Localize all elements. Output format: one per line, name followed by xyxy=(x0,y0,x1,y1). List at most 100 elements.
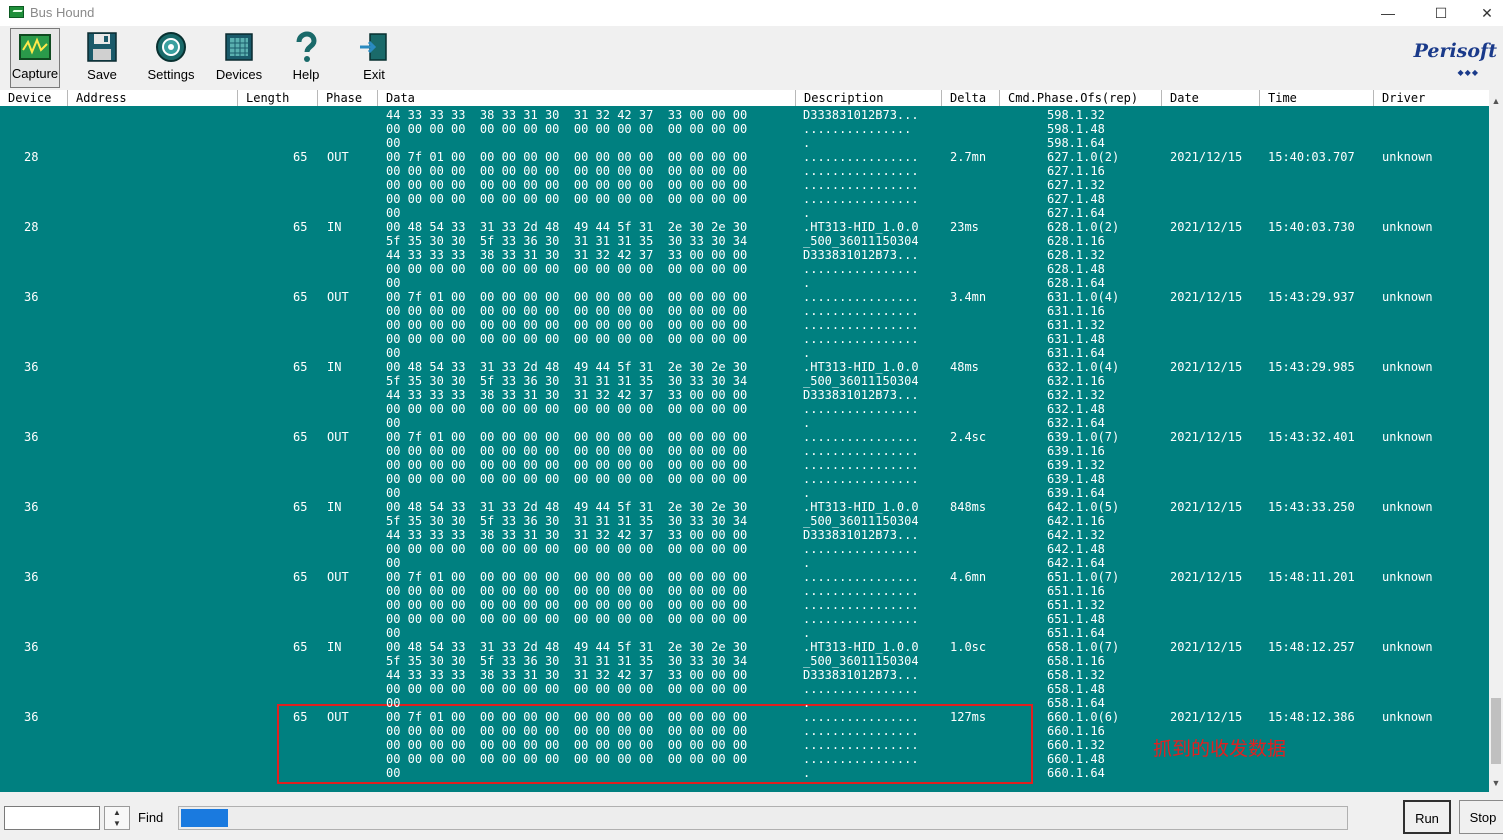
row-cmd-phase-ofs: 658.1.0(7) 658.1.16 658.1.32 658.1.48 65… xyxy=(1047,640,1120,710)
row-data: 00 7f 01 00 00 00 00 00 00 00 00 00 00 0… xyxy=(386,570,748,640)
exit-door-icon xyxy=(358,31,390,63)
capture-icon xyxy=(19,32,51,64)
col-address[interactable]: Address xyxy=(68,90,238,106)
row-phase: IN xyxy=(327,360,342,374)
row-device: 36 xyxy=(24,500,39,514)
find-input[interactable] xyxy=(4,806,100,830)
row-length: 65 xyxy=(293,640,308,654)
spin-down-icon[interactable]: ▼ xyxy=(105,818,129,829)
capture-progress-bar xyxy=(178,806,1348,830)
capture-list[interactable]: 抓到的收发数据 44 33 33 33 38 33 31 30 31 32 42… xyxy=(0,106,1489,792)
row-length: 65 xyxy=(293,220,308,234)
row-device: 28 xyxy=(24,220,39,234)
progress-fill xyxy=(181,809,228,827)
col-phase[interactable]: Phase xyxy=(318,90,378,106)
row-date: 2021/12/15 xyxy=(1170,220,1243,234)
settings-button[interactable]: Settings xyxy=(144,28,198,88)
row-time: 15:40:03.730 xyxy=(1268,220,1355,234)
devices-button[interactable]: Devices xyxy=(212,28,266,88)
scroll-down-arrow-icon[interactable]: ▼ xyxy=(1489,776,1503,790)
row-data: 00 7f 01 00 00 00 00 00 00 00 00 00 00 0… xyxy=(386,710,748,780)
row-data: 00 48 54 33 31 33 2d 48 49 44 5f 31 2e 3… xyxy=(386,360,748,430)
annotation-text: 抓到的收发数据 xyxy=(1153,738,1287,760)
row-date: 2021/12/15 xyxy=(1170,500,1243,514)
row-description: .HT313-HID_1.0.0 _500_36011150304 D33383… xyxy=(803,500,919,570)
row-time: 15:43:29.985 xyxy=(1268,360,1355,374)
row-delta: 48ms xyxy=(950,360,979,374)
scroll-thumb[interactable] xyxy=(1491,698,1501,764)
bus-hound-app-icon xyxy=(9,6,24,18)
col-description[interactable]: Description xyxy=(796,90,942,106)
row-time: 15:40:03.707 xyxy=(1268,150,1355,164)
row-device: 36 xyxy=(24,640,39,654)
exit-button[interactable]: Exit xyxy=(354,28,394,88)
row-driver: unknown xyxy=(1382,290,1433,304)
vertical-scrollbar[interactable]: ▲ ▼ xyxy=(1489,90,1503,792)
row-delta: 2.4sc xyxy=(950,430,987,444)
row-cmd-phase-ofs: 660.1.0(6) 660.1.16 660.1.32 660.1.48 66… xyxy=(1047,710,1120,780)
row-cmd-phase-ofs: 632.1.0(4) 632.1.16 632.1.32 632.1.48 63… xyxy=(1047,360,1120,430)
row-time: 15:43:33.250 xyxy=(1268,500,1355,514)
row-date: 2021/12/15 xyxy=(1170,570,1243,584)
row-cmd-phase-ofs: 639.1.0(7) 639.1.16 639.1.32 639.1.48 63… xyxy=(1047,430,1120,500)
row-phase: IN xyxy=(327,500,342,514)
row-delta: 3.4mn xyxy=(950,290,987,304)
row-driver: unknown xyxy=(1382,220,1433,234)
run-button[interactable]: Run xyxy=(1403,800,1451,834)
exit-label: Exit xyxy=(363,67,385,82)
row-length: 65 xyxy=(293,570,308,584)
stop-button[interactable]: Stop xyxy=(1459,800,1503,834)
row-delta: 848ms xyxy=(950,500,987,514)
col-delta[interactable]: Delta xyxy=(942,90,1000,106)
row-description: ................ ................ ......… xyxy=(803,150,919,220)
row-description: ................ ................ ......… xyxy=(803,570,919,640)
row-phase: IN xyxy=(327,640,342,654)
row-cmd-phase-ofs: 627.1.0(2) 627.1.16 627.1.32 627.1.48 62… xyxy=(1047,150,1120,220)
close-button[interactable]: ✕ xyxy=(1464,0,1503,26)
row-driver: unknown xyxy=(1382,570,1433,584)
row-length: 65 xyxy=(293,360,308,374)
save-button[interactable]: Save xyxy=(80,28,124,88)
row-time: 15:48:12.386 xyxy=(1268,710,1355,724)
row-phase: OUT xyxy=(327,150,349,164)
row-length: 65 xyxy=(293,710,308,724)
spin-up-icon[interactable]: ▲ xyxy=(105,807,129,818)
row-driver: unknown xyxy=(1382,640,1433,654)
row-device: 36 xyxy=(24,710,39,724)
row-length: 65 xyxy=(293,290,308,304)
row-delta: 4.6mn xyxy=(950,570,987,584)
capture-label: Capture xyxy=(11,66,59,81)
help-button[interactable]: Help xyxy=(286,28,326,88)
row-description: .HT313-HID_1.0.0 _500_36011150304 D33383… xyxy=(803,220,919,290)
scroll-up-arrow-icon[interactable]: ▲ xyxy=(1489,94,1503,108)
row-date: 2021/12/15 xyxy=(1170,150,1243,164)
find-spinner[interactable]: ▲ ▼ xyxy=(104,806,130,830)
row-delta: 23ms xyxy=(950,220,979,234)
row-time: 15:48:12.257 xyxy=(1268,640,1355,654)
row-device: 36 xyxy=(24,430,39,444)
col-date[interactable]: Date xyxy=(1162,90,1260,106)
row-device: 36 xyxy=(24,290,39,304)
row-length: 65 xyxy=(293,150,308,164)
row-phase: OUT xyxy=(327,430,349,444)
col-time[interactable]: Time xyxy=(1260,90,1374,106)
minimize-button[interactable]: — xyxy=(1365,0,1411,26)
col-length[interactable]: Length xyxy=(238,90,318,106)
row-description: .HT313-HID_1.0.0 _500_36011150304 D33383… xyxy=(803,640,919,710)
help-label: Help xyxy=(292,67,320,82)
col-driver[interactable]: Driver xyxy=(1374,90,1489,106)
col-device[interactable]: Device xyxy=(0,90,68,106)
settings-label: Settings xyxy=(147,67,195,82)
capture-button[interactable]: Capture xyxy=(10,28,60,88)
row-data: 00 48 54 33 31 33 2d 48 49 44 5f 31 2e 3… xyxy=(386,220,748,290)
row-cmd-phase-ofs: 631.1.0(4) 631.1.16 631.1.32 631.1.48 63… xyxy=(1047,290,1120,360)
row-description: ................ ................ ......… xyxy=(803,430,919,500)
row-device: 28 xyxy=(24,150,39,164)
row-cmd-phase-ofs: 642.1.0(5) 642.1.16 642.1.32 642.1.48 64… xyxy=(1047,500,1120,570)
row-data: 00 7f 01 00 00 00 00 00 00 00 00 00 00 0… xyxy=(386,150,748,220)
col-data[interactable]: Data xyxy=(378,90,796,106)
row-cmd-phase-ofs: 651.1.0(7) 651.1.16 651.1.32 651.1.48 65… xyxy=(1047,570,1120,640)
maximize-button[interactable]: ☐ xyxy=(1418,0,1464,26)
row-phase: OUT xyxy=(327,570,349,584)
col-cmd-phase-ofs[interactable]: Cmd.Phase.Ofs(rep) xyxy=(1000,90,1162,106)
